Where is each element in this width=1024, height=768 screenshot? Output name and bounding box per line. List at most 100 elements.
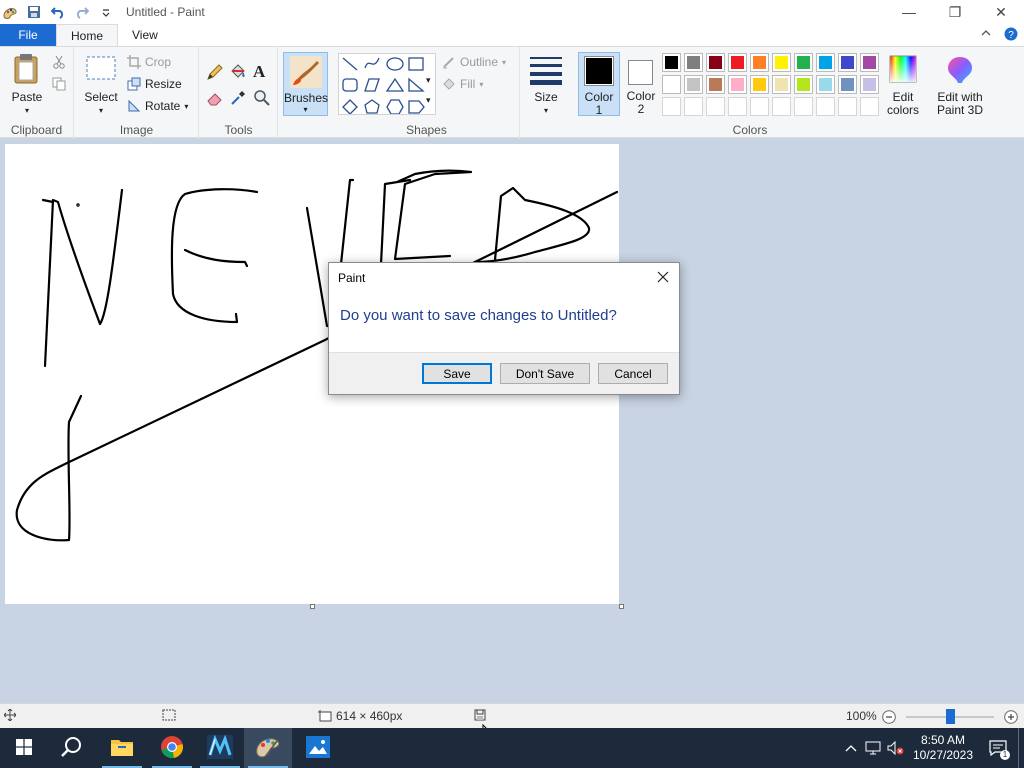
zoom-slider-thumb[interactable] [945,709,955,724]
copy-icon[interactable] [52,77,66,91]
custom-color-slot[interactable] [794,97,813,116]
taskbar-app-m[interactable] [196,728,244,768]
save-icon[interactable] [26,4,42,20]
edit-colors-button[interactable]: Edit colors [884,55,922,117]
color-swatch[interactable] [794,53,813,72]
pencil-icon[interactable] [206,63,224,81]
brushes-button[interactable]: Brushes ▾ [283,52,328,116]
ribbon-tabs: File Home View ? [0,24,1024,46]
custom-color-slot[interactable] [706,97,725,116]
color-swatch[interactable] [662,53,681,72]
custom-color-slot[interactable] [772,97,791,116]
close-button[interactable]: ✕ [978,0,1024,24]
color-swatch[interactable] [772,53,791,72]
color-swatch[interactable] [750,53,769,72]
color-swatch[interactable] [860,53,879,72]
help-icon[interactable]: ? [1004,27,1018,44]
ribbon-collapse-chevron-icon[interactable] [980,27,992,44]
taskbar-file-explorer[interactable] [98,728,146,768]
canvas-resize-handle-bottom[interactable] [310,604,315,609]
color-swatch[interactable] [750,75,769,94]
rotate-button[interactable]: Rotate ▾ [127,99,188,113]
paste-button[interactable]: Paste ▾ [8,53,46,117]
color-swatch[interactable] [838,53,857,72]
show-desktop-button[interactable] [1018,728,1024,768]
color-swatch[interactable] [728,75,747,94]
dialog-close-icon[interactable] [655,269,671,285]
color-swatch[interactable] [772,75,791,94]
taskbar-paint[interactable] [244,728,292,768]
resize-button[interactable]: Resize [127,77,182,91]
status-bar: 614 × 460px 100% [0,703,1024,728]
rotate-dropdown-icon[interactable]: ▾ [184,102,188,111]
magnifier-icon[interactable] [253,89,271,107]
shapes-gallery-expand-icon[interactable]: ▾ [426,95,431,106]
brushes-dropdown-icon[interactable]: ▾ [284,105,327,114]
fill-button[interactable]: Fill ▾ [442,77,483,91]
color-swatch-fill [841,78,854,91]
color-swatch[interactable] [684,75,703,94]
taskbar-search-button[interactable] [48,728,96,768]
taskbar-photos[interactable] [294,728,342,768]
color-swatch[interactable] [706,53,725,72]
custom-color-slot[interactable] [860,97,879,116]
save-button[interactable]: Save [422,363,492,384]
restore-button[interactable]: ❐ [932,0,978,24]
paint3d-label-line2: Paint 3D [936,103,984,117]
redo-icon[interactable] [74,4,90,20]
color-swatch[interactable] [816,53,835,72]
brush-icon [289,55,323,89]
outline-button[interactable]: Outline ▾ [442,55,506,69]
custom-color-slot[interactable] [750,97,769,116]
minimize-button[interactable]: — [886,0,932,24]
custom-color-slot[interactable] [816,97,835,116]
color-swatch-fill [709,78,722,91]
clipboard-group-label: Clipboard [10,123,63,137]
shapes-gallery-scroll-down-icon[interactable]: ▾ [426,75,431,86]
clock-date: 10/27/2023 [912,748,974,762]
fill-bucket-icon[interactable] [229,63,247,81]
show-hidden-icons-chevron-icon[interactable] [840,743,862,753]
color-swatch[interactable] [706,75,725,94]
edit-with-paint3d-button[interactable]: Edit with Paint 3D [932,55,988,117]
color-swatch[interactable] [838,75,857,94]
cut-icon[interactable] [52,55,66,69]
color-swatch[interactable] [728,53,747,72]
taskbar-chrome[interactable] [148,728,196,768]
custom-color-slot[interactable] [838,97,857,116]
zoom-in-icon[interactable] [1004,710,1018,724]
taskbar-clock[interactable]: 8:50 AM 10/27/2023 [908,733,978,763]
select-button[interactable]: Select ▾ [81,55,121,117]
tab-home[interactable]: Home [56,24,119,46]
color-spectrum-icon [889,55,917,83]
tab-file[interactable]: File [0,24,56,46]
zoom-out-icon[interactable] [882,710,896,724]
color-swatch[interactable] [662,75,681,94]
network-icon[interactable] [862,741,884,755]
tab-view[interactable]: View [118,24,172,46]
cancel-button[interactable]: Cancel [598,363,668,384]
color-swatch[interactable] [684,53,703,72]
undo-icon[interactable] [50,4,66,20]
custom-color-slot[interactable] [662,97,681,116]
action-center-icon[interactable]: 1 [978,740,1018,760]
cursor-position [4,709,16,721]
clock-time: 8:50 AM [920,733,966,747]
custom-color-slot[interactable] [684,97,703,116]
paste-dropdown-icon[interactable]: ▾ [25,104,29,117]
color-swatch[interactable] [794,75,813,94]
color-swatch[interactable] [816,75,835,94]
color-swatch[interactable] [860,75,879,94]
start-button[interactable] [0,728,48,768]
dont-save-button[interactable]: Don't Save [500,363,590,384]
crop-button[interactable]: Crop [127,55,171,69]
eraser-icon[interactable] [206,89,224,107]
color-picker-icon[interactable] [229,89,247,107]
customize-toolbar-chevron-icon[interactable] [98,4,114,20]
canvas-size: 614 × 460px [318,709,402,723]
volume-muted-icon[interactable] [884,741,908,755]
text-tool-icon[interactable]: A [253,62,265,82]
custom-color-slot[interactable] [728,97,747,116]
select-dropdown-icon[interactable]: ▾ [99,104,103,117]
canvas-resize-handle-corner[interactable] [619,604,624,609]
